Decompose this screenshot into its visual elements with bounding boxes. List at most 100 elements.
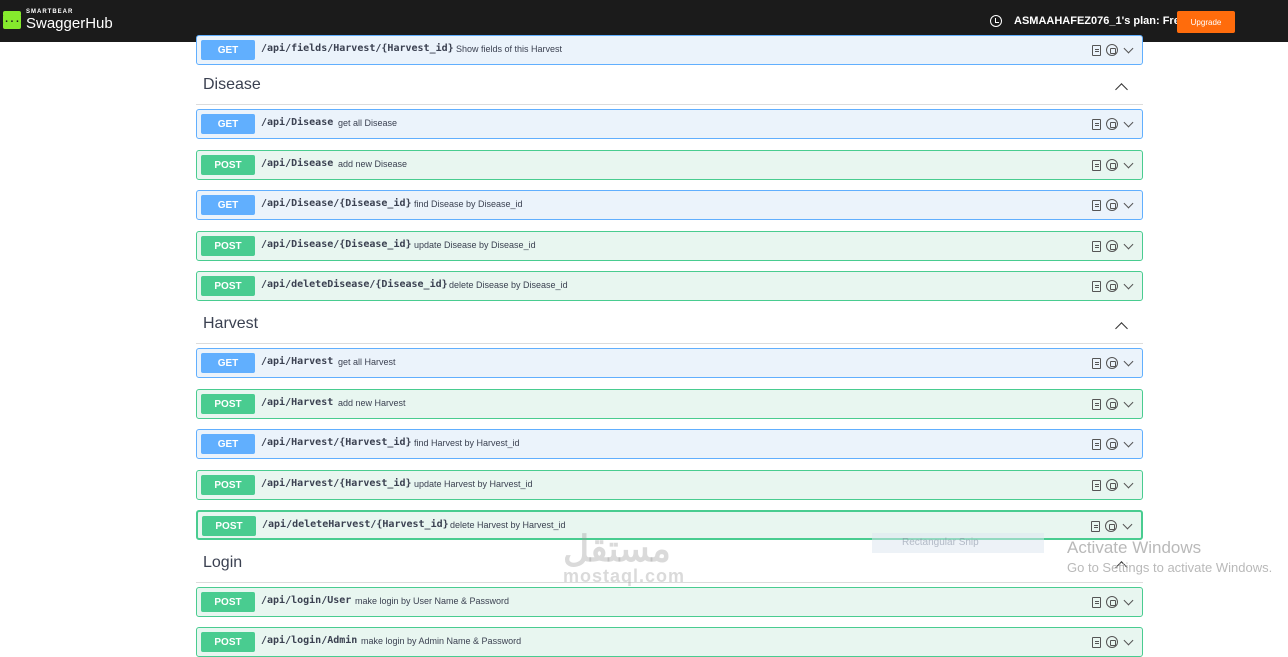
operation-actions: [1091, 520, 1135, 534]
method-badge: POST: [201, 592, 255, 612]
method-badge: POST: [201, 394, 255, 414]
section-header-disease[interactable]: Disease: [196, 73, 1143, 105]
copy-icon[interactable]: [1092, 119, 1101, 130]
chevron-up-icon[interactable]: [1115, 320, 1127, 332]
lock-icon[interactable]: [1106, 159, 1118, 171]
method-badge: POST: [201, 236, 255, 256]
plan-status[interactable]: ASMAAHAFEZ076_1's plan: Free: [1014, 15, 1186, 27]
operation-path: /api/login/User: [261, 595, 352, 606]
operation-summary: make login by User Name & Password: [355, 596, 510, 606]
brand-name[interactable]: SwaggerHub: [26, 15, 113, 32]
operation-actions: [1092, 199, 1136, 213]
copy-icon[interactable]: [1092, 45, 1101, 56]
method-badge: GET: [201, 434, 255, 454]
operation-summary: update Harvest by Harvest_id: [414, 479, 533, 489]
lock-icon[interactable]: [1106, 479, 1118, 491]
lock-icon[interactable]: [1106, 44, 1118, 56]
clock-icon: [990, 15, 1002, 27]
copy-icon[interactable]: [1092, 597, 1101, 608]
operation-row[interactable]: GET /api/Disease/{Disease_id} find Disea…: [196, 190, 1143, 220]
operation-row[interactable]: POST /api/Harvest/{Harvest_id} update Ha…: [196, 470, 1143, 500]
chevron-down-icon[interactable]: [1123, 119, 1133, 129]
copy-icon[interactable]: [1091, 521, 1100, 532]
lock-icon[interactable]: [1106, 240, 1118, 252]
operation-row[interactable]: GET /api/fields/Harvest/{Harvest_id} Sho…: [196, 35, 1143, 65]
copy-icon[interactable]: [1092, 480, 1101, 491]
lock-icon[interactable]: [1105, 520, 1117, 532]
lock-icon[interactable]: [1106, 118, 1118, 130]
upgrade-button[interactable]: Upgrade: [1177, 11, 1235, 33]
chevron-down-icon[interactable]: [1123, 200, 1133, 210]
section-title: Harvest: [203, 315, 259, 332]
section-header-harvest[interactable]: Harvest: [196, 312, 1143, 344]
operation-summary: update Disease by Disease_id: [414, 240, 536, 250]
copy-icon[interactable]: [1092, 241, 1101, 252]
chevron-down-icon[interactable]: [1123, 241, 1133, 251]
mostaql-arabic-text: مستقل: [563, 528, 671, 569]
lock-icon[interactable]: [1106, 438, 1118, 450]
activate-windows-subtitle: Go to Settings to activate Windows.: [1067, 560, 1273, 575]
operation-path: /api/Disease/{Disease_id}: [261, 239, 412, 250]
operation-summary: delete Harvest by Harvest_id: [450, 520, 566, 530]
lock-icon[interactable]: [1106, 280, 1118, 292]
lock-icon[interactable]: [1106, 357, 1118, 369]
chevron-down-icon[interactable]: [1123, 480, 1133, 490]
operation-row[interactable]: POST /api/deleteDisease/{Disease_id} del…: [196, 271, 1143, 301]
lock-icon[interactable]: [1106, 398, 1118, 410]
operation-summary: find Disease by Disease_id: [414, 199, 523, 209]
operation-row[interactable]: GET /api/Harvest get all Harvest: [196, 348, 1143, 378]
operation-summary: find Harvest by Harvest_id: [414, 438, 520, 448]
operation-row[interactable]: GET /api/Disease get all Disease: [196, 109, 1143, 139]
operation-row[interactable]: POST /api/login/User make login by User …: [196, 587, 1143, 617]
operation-actions: [1092, 357, 1136, 371]
chevron-down-icon[interactable]: [1123, 637, 1133, 647]
lock-icon[interactable]: [1106, 199, 1118, 211]
chevron-down-icon[interactable]: [1122, 521, 1132, 531]
operation-path: /api/Disease/{Disease_id}: [261, 198, 412, 209]
operation-actions: [1092, 479, 1136, 493]
chevron-down-icon[interactable]: [1123, 399, 1133, 409]
operation-row[interactable]: GET /api/Harvest/{Harvest_id} find Harve…: [196, 429, 1143, 459]
copy-icon[interactable]: [1092, 399, 1101, 410]
method-badge: GET: [201, 40, 255, 60]
mostaql-url-text: mostaql.com: [563, 566, 686, 586]
operation-actions: [1092, 159, 1136, 173]
chevron-down-icon[interactable]: [1123, 439, 1133, 449]
operation-summary: make login by Admin Name & Password: [361, 636, 522, 646]
operation-actions: [1092, 44, 1136, 58]
activate-windows-watermark: Activate Windows Go to Settings to activ…: [1067, 538, 1272, 575]
chevron-down-icon[interactable]: [1123, 160, 1133, 170]
copy-icon[interactable]: [1092, 281, 1101, 292]
method-badge: GET: [201, 114, 255, 134]
operation-summary: Show fields of this Harvest: [456, 44, 563, 54]
section-title: Login: [203, 554, 243, 571]
operation-path: /api/Harvest/{Harvest_id}: [261, 478, 412, 489]
operation-actions: [1092, 240, 1136, 254]
operation-summary: get all Harvest: [338, 357, 396, 367]
mostaql-watermark: مستقل mostaql.com: [563, 528, 685, 587]
swaggerhub-logo-icon[interactable]: {...}: [0, 11, 26, 29]
operation-row[interactable]: POST /api/Harvest add new Harvest: [196, 389, 1143, 419]
lock-icon[interactable]: [1106, 596, 1118, 608]
chevron-down-icon[interactable]: [1123, 597, 1133, 607]
copy-icon[interactable]: [1092, 439, 1101, 450]
operation-summary: add new Disease: [338, 159, 408, 169]
chevron-up-icon[interactable]: [1115, 81, 1127, 93]
operation-path: /api/fields/Harvest/{Harvest_id}: [261, 43, 454, 54]
chevron-down-icon[interactable]: [1123, 45, 1133, 55]
operation-row[interactable]: POST /api/Disease add new Disease: [196, 150, 1143, 180]
copy-icon[interactable]: [1092, 358, 1101, 369]
method-badge: GET: [201, 195, 255, 215]
copy-icon[interactable]: [1092, 200, 1101, 211]
chevron-down-icon[interactable]: [1123, 281, 1133, 291]
chevron-down-icon[interactable]: [1123, 358, 1133, 368]
copy-icon[interactable]: [1092, 160, 1101, 171]
operation-actions: [1092, 398, 1136, 412]
method-badge: POST: [201, 632, 255, 652]
lock-icon[interactable]: [1106, 636, 1118, 648]
copy-icon[interactable]: [1092, 637, 1101, 648]
operation-path: /api/Harvest/{Harvest_id}: [261, 437, 412, 448]
method-badge: POST: [201, 276, 255, 296]
operation-row[interactable]: POST /api/Disease/{Disease_id} update Di…: [196, 231, 1143, 261]
method-badge: GET: [201, 353, 255, 373]
